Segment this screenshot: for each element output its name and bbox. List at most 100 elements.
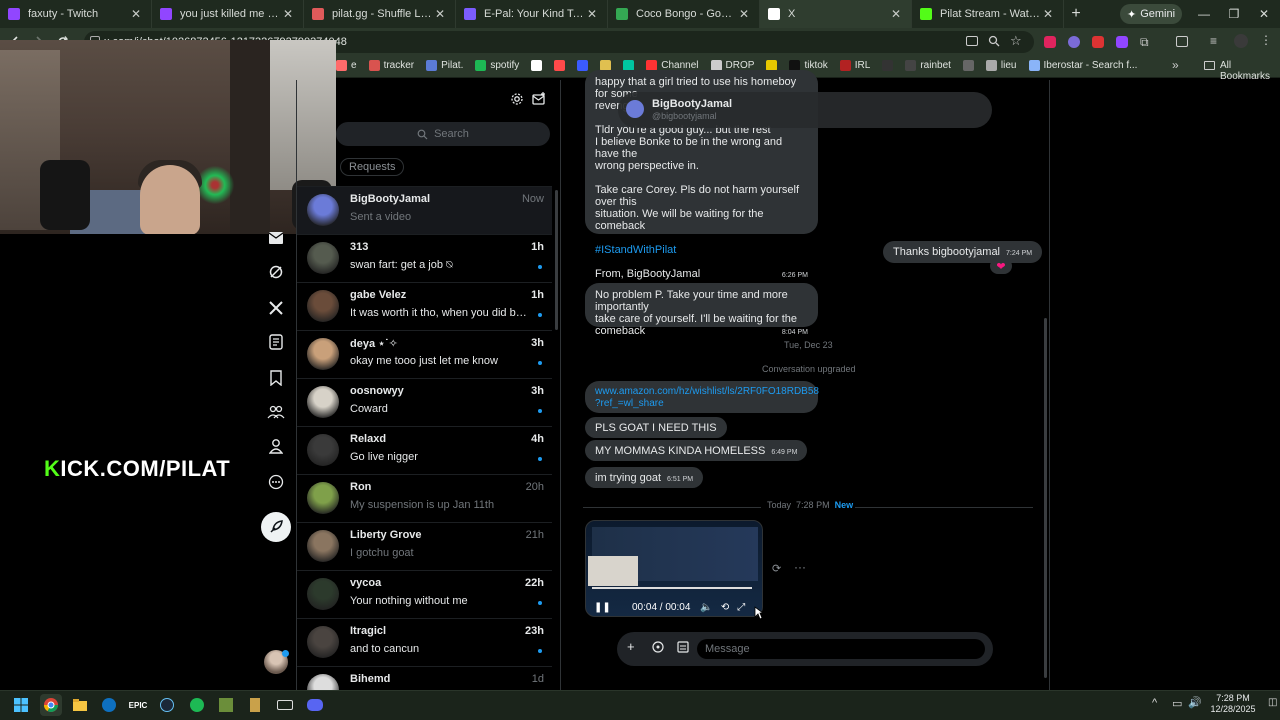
side-panel-icon[interactable] — [1176, 36, 1188, 47]
close-tab-icon[interactable]: ✕ — [1041, 7, 1055, 21]
video-message[interactable]: ❚❚ 00:04 / 00:04 🔈 ⟲ ⤢ — [585, 520, 763, 617]
steam-icon[interactable] — [156, 694, 178, 716]
bookmark-item[interactable] — [577, 60, 589, 71]
all-bookmarks-link[interactable]: All Bookmarks — [1220, 60, 1280, 82]
bookmark-item[interactable]: rainbet — [905, 60, 951, 71]
conversation-item[interactable]: gabe Velez 1h It was worth it tho, when yo… — [297, 282, 552, 330]
tray-chevron-icon[interactable]: ^ — [1152, 697, 1157, 709]
browser-tab[interactable]: you just killed me you - Twitch✕ — [152, 0, 304, 28]
conversation-scrollbar[interactable] — [555, 190, 558, 330]
conversation-item[interactable]: Liberty Grove 21h I gotchu goat — [297, 522, 552, 570]
loop-icon[interactable]: ⟲ — [721, 602, 729, 613]
notification-bell-icon[interactable]: ◫ — [1268, 697, 1277, 708]
close-tab-icon[interactable]: ✕ — [889, 7, 903, 21]
bookmark-item[interactable] — [554, 60, 566, 71]
conversation-item[interactable]: oosnowyy 3h Coward — [297, 378, 552, 426]
extensions-puzzle-icon[interactable]: ⧉ — [1140, 35, 1149, 50]
message-input[interactable] — [697, 639, 985, 659]
hashtag-link[interactable]: #IStandWithPilat — [595, 244, 808, 256]
react-icon[interactable]: ⟳ — [772, 562, 781, 575]
grok-icon[interactable] — [262, 258, 290, 286]
bookmark-item[interactable]: lieu — [985, 60, 1017, 71]
more-icon[interactable] — [262, 468, 290, 496]
gemini-button[interactable]: ✦ Gemini — [1120, 4, 1182, 24]
extension-icon[interactable] — [1068, 36, 1080, 48]
app-icon[interactable] — [244, 694, 266, 716]
epic-games-icon[interactable]: EPIC — [127, 694, 149, 716]
heart-reaction-icon[interactable]: ❤ — [990, 258, 1012, 274]
wishlist-link-cont[interactable]: ?ref_=wl_share — [595, 398, 808, 410]
browser-tab[interactable]: E-Pal: Your Kind Teammates✕ — [456, 0, 608, 28]
browser-tab[interactable]: faxuty - Twitch ✕ — [0, 0, 152, 28]
bookmark-item[interactable] — [531, 60, 543, 71]
discord-icon[interactable] — [304, 694, 326, 716]
chrome-taskbar-icon[interactable] — [40, 694, 62, 716]
conversation-item[interactable]: BigBootyJamal Now Sent a video — [297, 186, 552, 234]
close-window-button[interactable]: ✕ — [1248, 0, 1280, 28]
close-tab-icon[interactable]: ✕ — [129, 7, 143, 21]
bookmark-star-icon[interactable]: ☆ — [1010, 33, 1022, 49]
pause-icon[interactable]: ❚❚ — [594, 602, 611, 613]
volume-tray-icon[interactable]: 🔊 — [1188, 696, 1202, 709]
zoom-icon[interactable] — [988, 35, 1000, 47]
spotify-icon[interactable] — [186, 694, 208, 716]
conversation-item[interactable]: Relaxd 4h Go live nigger — [297, 426, 552, 474]
media-controls-icon[interactable]: ≡ — [1210, 34, 1217, 48]
browser-tab[interactable]: Pilat Stream - Watch Live on✕ — [912, 0, 1064, 28]
app-icon[interactable] — [98, 694, 120, 716]
bookmark-item[interactable]: spotify — [475, 60, 519, 71]
fullscreen-icon[interactable]: ⤢ — [737, 602, 745, 613]
x-logo-icon[interactable] — [262, 294, 290, 322]
conversation-item[interactable]: 313 1h swan fart: get a job ⍉ — [297, 234, 552, 282]
menu-dots-icon[interactable]: ⋮ — [1260, 33, 1272, 47]
chat-header[interactable]: BigBootyJamal @bigbootyjamal — [618, 92, 992, 128]
close-tab-icon[interactable]: ✕ — [737, 7, 751, 21]
bookmark-item[interactable]: tracker — [368, 60, 414, 71]
bookmark-item[interactable]: IRL — [839, 60, 870, 71]
video-progress-bar[interactable] — [592, 587, 752, 589]
close-tab-icon[interactable]: ✕ — [433, 7, 447, 21]
new-message-icon[interactable] — [532, 92, 546, 106]
bookmarks-icon[interactable] — [262, 364, 290, 392]
file-explorer-icon[interactable] — [69, 694, 91, 716]
post-button[interactable] — [261, 512, 291, 542]
settings-gear-icon[interactable] — [510, 92, 524, 106]
bookmark-item[interactable] — [882, 60, 894, 71]
add-attachment-icon[interactable]: + — [627, 639, 635, 654]
profile-icon[interactable] — [262, 432, 290, 460]
bookmark-item[interactable] — [962, 60, 974, 71]
search-input[interactable]: Search — [336, 122, 550, 146]
conversation-item[interactable]: Itragicl 23h and to cancun — [297, 618, 552, 666]
gif-icon[interactable] — [652, 641, 664, 653]
install-app-icon[interactable] — [966, 36, 978, 46]
lists-icon[interactable] — [262, 328, 290, 356]
requests-tab[interactable]: Requests — [340, 158, 405, 176]
bookmark-item[interactable]: e — [336, 60, 357, 71]
bookmark-item[interactable]: Pilat. — [426, 60, 463, 71]
communities-icon[interactable] — [262, 398, 290, 426]
messages-icon[interactable] — [262, 224, 290, 252]
image-icon[interactable] — [677, 641, 689, 653]
minecraft-icon[interactable] — [215, 694, 237, 716]
twitch-extension-icon[interactable] — [1116, 36, 1128, 48]
extension-icon[interactable] — [1044, 36, 1056, 48]
close-tab-icon[interactable]: ✕ — [281, 7, 295, 21]
volume-icon[interactable]: 🔈 — [700, 602, 712, 613]
browser-tab[interactable]: Coco Bongo - Google Maps✕ — [608, 0, 760, 28]
conversation-item[interactable]: deya ⋆˙✧ 3h okay me tooo just let me know — [297, 330, 552, 378]
browser-tab[interactable]: X ✕ — [760, 0, 912, 28]
wishlist-link[interactable]: www.amazon.com/hz/wishlist/ls/2RF0FO18RD… — [595, 386, 819, 398]
windows-start-icon[interactable] — [10, 694, 32, 716]
network-icon[interactable]: ▭ — [1172, 697, 1182, 710]
conversation-item[interactable]: vycoa 22h Your nothing without me — [297, 570, 552, 618]
profile-avatar[interactable] — [1234, 34, 1248, 48]
maximize-button[interactable]: ❐ — [1218, 0, 1250, 28]
chevron-right-icon[interactable]: » — [1172, 58, 1179, 72]
more-options-icon[interactable]: ··· — [794, 560, 806, 574]
browser-tab[interactable]: pilat.gg - Shuffle Leaderboard✕ — [304, 0, 456, 28]
conversation-item[interactable]: Ron 20h My suspension is up Jan 11th — [297, 474, 552, 522]
close-tab-icon[interactable]: ✕ — [585, 7, 599, 21]
new-tab-button[interactable]: + — [1064, 0, 1088, 28]
bookmark-item[interactable]: Iberostar - Search f... — [1028, 60, 1137, 71]
minimize-button[interactable]: — — [1188, 0, 1220, 28]
